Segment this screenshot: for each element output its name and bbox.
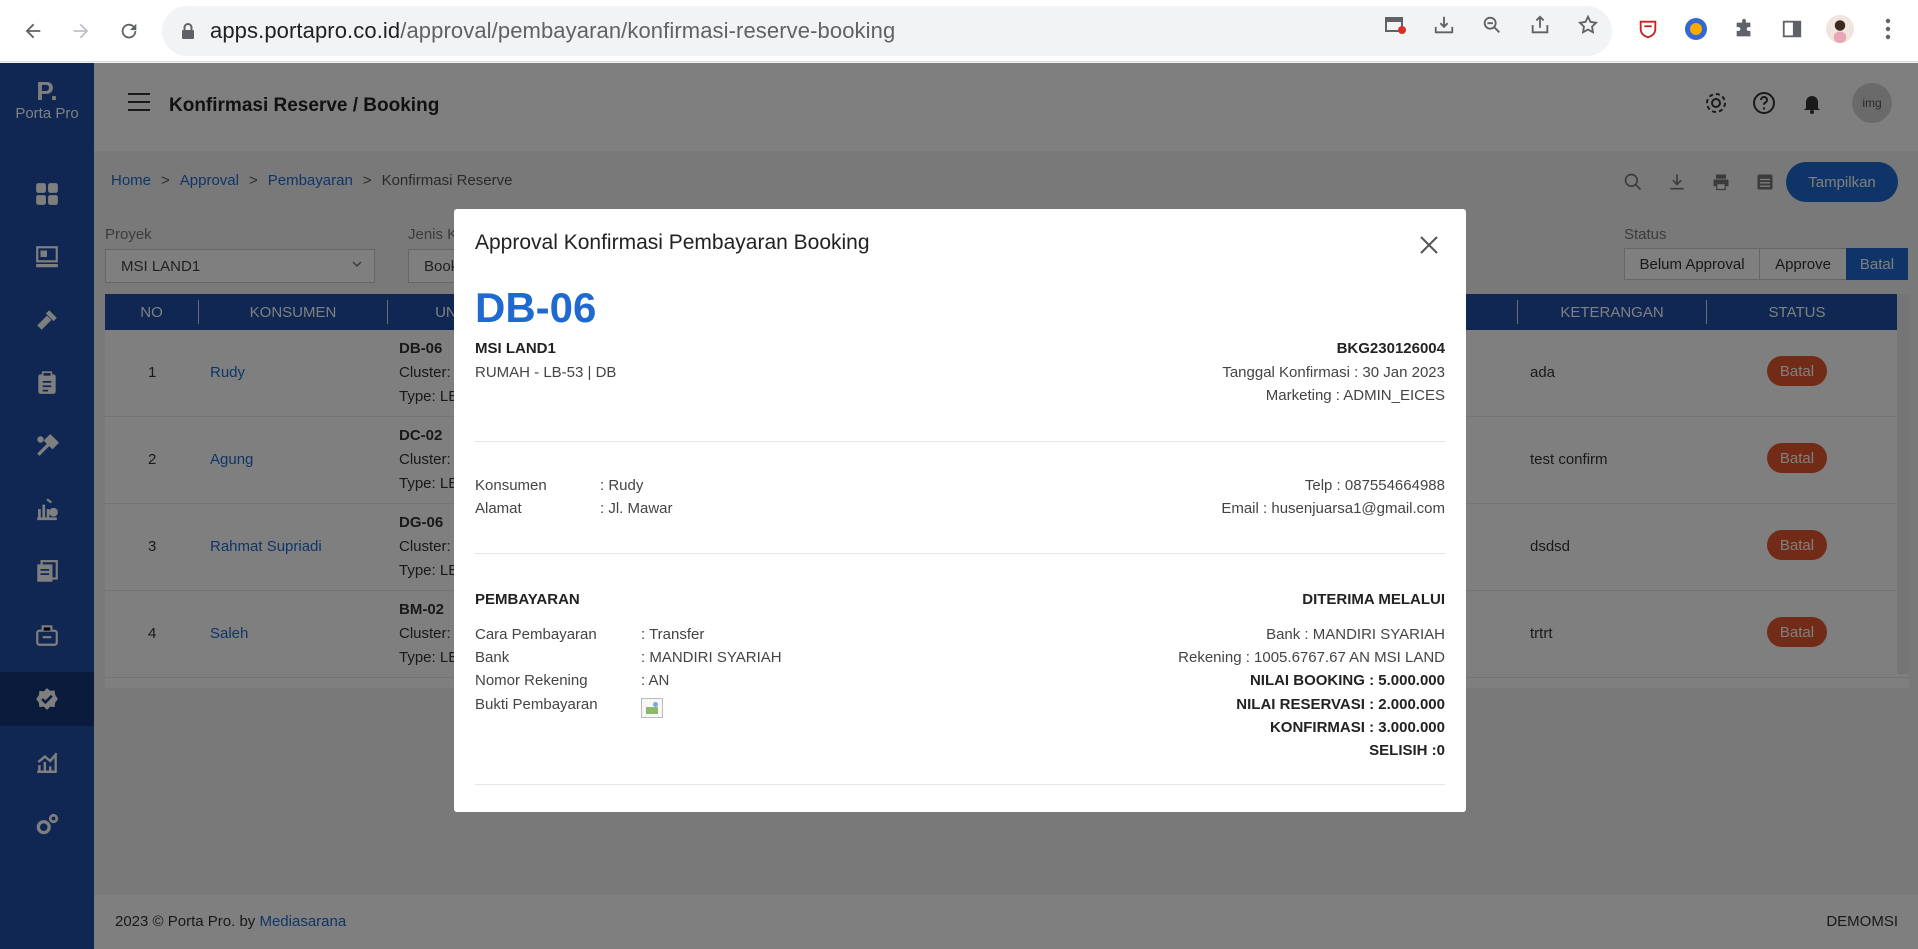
cara-label: Cara Pembayaran <box>475 626 597 643</box>
booking-code: BKG230126004 <box>1336 340 1445 357</box>
marketing: Marketing : ADMIN_EICES <box>1265 387 1445 404</box>
alamat-label: Alamat <box>475 500 522 517</box>
profile-avatar-icon[interactable] <box>1826 15 1854 43</box>
extensions-puzzle-icon[interactable] <box>1730 15 1758 43</box>
side-panel-icon[interactable] <box>1778 15 1806 43</box>
extension-vpn-icon[interactable] <box>1682 15 1710 43</box>
camera-blocked-icon[interactable] <box>1384 13 1408 37</box>
selisih-value: SELISIH :0 <box>1369 742 1445 759</box>
tanggal-konfirmasi: Tanggal Konfirmasi : 30 Jan 2023 <box>1222 364 1445 381</box>
konsumen-value: : Rudy <box>600 477 644 494</box>
unit-description: RUMAH - LB-53 | DB <box>475 364 617 381</box>
extension-shield-icon[interactable] <box>1634 15 1662 43</box>
chrome-menu-icon[interactable] <box>1874 15 1902 43</box>
close-icon[interactable] <box>1418 234 1440 256</box>
norek-value: : AN <box>641 672 670 689</box>
back-icon[interactable] <box>16 14 50 48</box>
bank-label: Bank <box>475 649 510 666</box>
bukti-label: Bukti Pembayaran <box>475 696 598 713</box>
reload-icon[interactable] <box>112 14 146 48</box>
payment-proof-image[interactable] <box>641 698 663 718</box>
share-icon[interactable] <box>1528 13 1552 37</box>
cara-value: : Transfer <box>641 626 705 643</box>
telp: Telp : 087554664988 <box>1304 477 1445 494</box>
url-text: apps.portapro.co.id/approval/pembayaran/… <box>210 18 896 43</box>
lock-icon <box>182 23 194 39</box>
divider <box>475 553 1445 554</box>
konsumen-label: Konsumen <box>475 477 547 494</box>
diterima-rekening: Rekening : 1005.6767.67 AN MSI LAND <box>1178 649 1445 666</box>
project-name: MSI LAND1 <box>475 340 556 357</box>
email: Email : husenjuarsa1@gmail.com <box>1221 500 1445 517</box>
forward-icon[interactable] <box>64 14 98 48</box>
divider <box>475 441 1445 442</box>
konfirmasi-value: KONFIRMASI : 3.000.000 <box>1269 719 1445 736</box>
diterima-heading: DITERIMA MELALUI <box>1302 591 1445 608</box>
install-icon[interactable] <box>1432 13 1456 37</box>
norek-label: Nomor Rekening <box>475 672 588 689</box>
pembayaran-heading: PEMBAYARAN <box>475 591 580 608</box>
zoom-icon[interactable] <box>1480 13 1504 37</box>
diterima-bank: Bank : MANDIRI SYARIAH <box>1266 626 1445 643</box>
nilai-booking: NILAI BOOKING : 5.000.000 <box>1249 672 1445 689</box>
divider <box>475 784 1445 785</box>
approval-modal: Approval Konfirmasi Pembayaran Booking D… <box>454 209 1466 812</box>
bookmark-star-icon[interactable] <box>1576 13 1600 37</box>
bank-value: : MANDIRI SYARIAH <box>641 649 782 666</box>
modal-title: Approval Konfirmasi Pembayaran Booking <box>475 231 870 254</box>
browser-toolbar: apps.portapro.co.id/approval/pembayaran/… <box>0 0 1918 62</box>
nilai-reservasi: NILAI RESERVASI : 2.000.000 <box>1236 696 1445 713</box>
unit-code-heading: DB-06 <box>475 284 597 331</box>
alamat-value: : Jl. Mawar <box>600 500 673 517</box>
